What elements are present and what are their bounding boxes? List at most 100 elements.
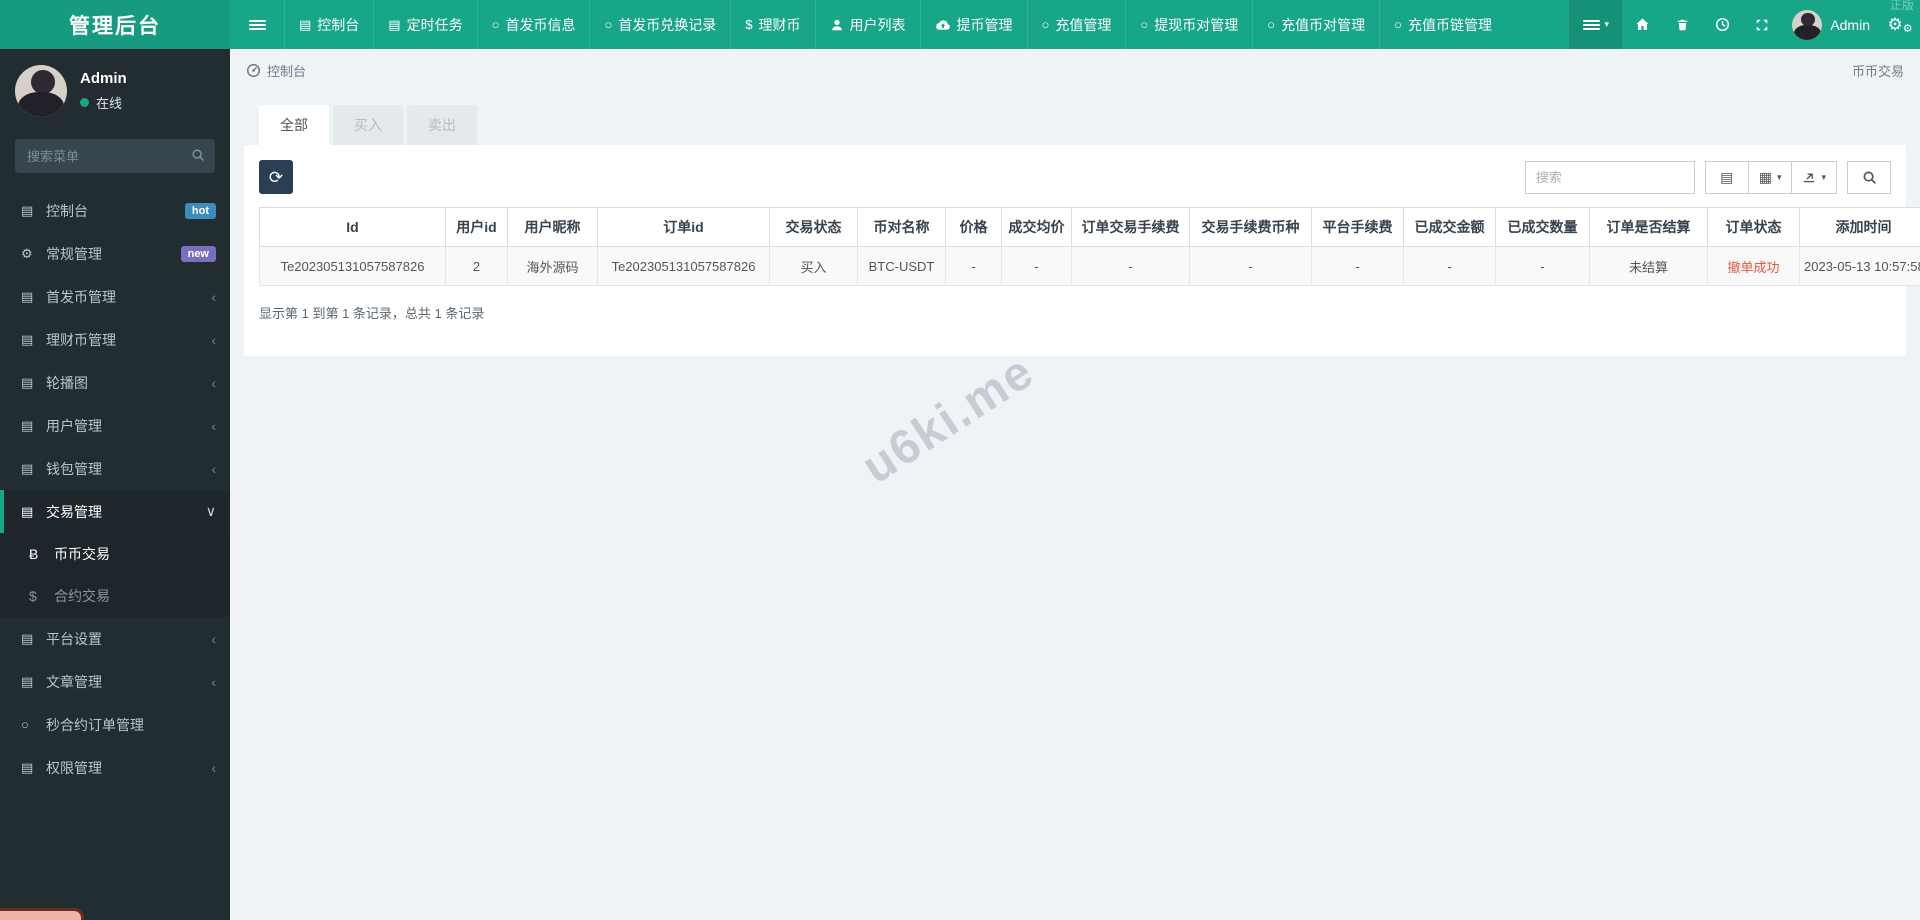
column-header: 交易手续费币种 <box>1189 207 1312 247</box>
columns-dropdown-button[interactable]: ▦ ▾ <box>1747 160 1793 194</box>
sidebar-item-label: 用户管理 <box>46 417 102 434</box>
sidebar-item-label: 文章管理 <box>46 673 102 690</box>
table-cell: - <box>1403 246 1496 286</box>
sidebar-item-label: 平台设置 <box>46 630 102 647</box>
main-content: 控制台 币币交易 全部买入卖出 ⟳ ▤ ▦ ▾ <box>230 0 1920 920</box>
sidebar-item[interactable]: ○ 秒合约订单管理 <box>0 703 230 746</box>
sidebar-item[interactable]: ▤ 文章管理 ‹ <box>0 660 230 703</box>
column-header: Id <box>259 207 446 247</box>
sidebar-toggle-button[interactable] <box>230 0 284 49</box>
grid-icon: ▦ <box>1758 168 1772 185</box>
table-cell: - <box>1071 246 1190 286</box>
column-header: 订单状态 <box>1707 207 1800 247</box>
sidebar-item[interactable]: ▤ 控制台 hot <box>0 189 230 232</box>
navbar-item[interactable]: ○ 充值币对管理 <box>1252 0 1379 49</box>
home-button[interactable] <box>1622 0 1662 49</box>
table-view-button-group: ▤ ▦ ▾ ▾ <box>1704 160 1837 194</box>
table-toolbar: ⟳ ▤ ▦ ▾ ▾ <box>259 160 1891 194</box>
circle-icon: ○ <box>1394 17 1402 32</box>
toolbar-right: ▤ ▦ ▾ ▾ <box>1524 160 1891 194</box>
avatar <box>15 65 67 117</box>
sidebar-item-label: 交易管理 <box>46 503 102 520</box>
tab-全部[interactable]: 全部 <box>259 105 329 145</box>
sidebar-item[interactable]: ⚙ 常规管理 new <box>0 232 230 275</box>
refresh-button[interactable]: ⟳ <box>259 160 293 194</box>
navbar-icon-buttons <box>1622 0 1782 49</box>
navbar-item-label: 首发币信息 <box>505 16 576 33</box>
content-panel: ⟳ ▤ ▦ ▾ ▾ <box>244 145 1920 356</box>
column-header: 已成交金额 <box>1403 207 1496 247</box>
table-cell: 撤单成功 <box>1707 246 1800 286</box>
column-header: 交易状态 <box>769 207 858 247</box>
table-header-row: Id 用户id 用户昵称 订单id 交易状态 币对名称 价格 成交均价 订单交易手续费 交易手续费… <box>259 207 1920 247</box>
circle-icon: ○ <box>604 17 613 32</box>
sidebar-menu: ▤ 控制台 hot ⚙ 常规管理 new ▤ 首发币管理 ‹ ▤ 理财币管理 ‹ ▤ 轮播图 ‹ ▤ 用户管理 ‹… <box>0 189 230 789</box>
sidebar-item[interactable]: ▤ 钱包管理 ‹ <box>0 447 230 490</box>
sidebar-item-label: 权限管理 <box>46 759 102 776</box>
sidebar-item[interactable]: ▤ 权限管理 ‹ <box>0 746 230 789</box>
sidebar-item-label: 首发币管理 <box>46 288 116 305</box>
tab-卖出[interactable]: 卖出 <box>407 105 477 145</box>
sidebar-item-label: 秒合约订单管理 <box>46 716 144 733</box>
list-icon: ▤ <box>21 288 34 304</box>
table-cell: Te202305131057587826 <box>259 246 446 286</box>
sidebar-search <box>15 139 215 173</box>
column-header: 用户id <box>445 207 508 247</box>
navbar-item[interactable]: 提币管理 <box>919 0 1027 49</box>
history-button[interactable] <box>1702 0 1742 49</box>
sidebar-subitem[interactable]: Ƀ 币币交易 <box>0 533 230 575</box>
navbar-item[interactable]: $ 理财币 <box>730 0 814 49</box>
sidebar-item[interactable]: ▤ 交易管理 ∨ <box>0 490 230 533</box>
navbar-item[interactable]: ○ 充值币链管理 <box>1379 0 1506 49</box>
navbar-item[interactable]: ○ 首发币兑换记录 <box>589 0 730 49</box>
export-dropdown-button[interactable]: ▾ <box>1791 160 1837 194</box>
trash-button[interactable] <box>1662 0 1702 49</box>
hamburger-icon <box>248 18 266 32</box>
chevron-down-icon: ▾ <box>1821 171 1826 182</box>
table-cell: - <box>1311 246 1404 286</box>
table-row[interactable]: Te202305131057587826 2 海外源码 Te2023051310575… <box>259 246 1920 286</box>
list-icon: ▤ <box>21 673 34 689</box>
corner-watermark-text: 正版 <box>1889 0 1914 12</box>
chevron-left-icon: ‹ <box>211 417 216 434</box>
table-search-input[interactable] <box>1524 160 1695 194</box>
gears-icon: ⚙ <box>21 245 33 261</box>
navbar-item[interactable]: ▤ 控制台 <box>284 0 373 49</box>
sidebar-subitem[interactable]: $ 合约交易 <box>0 575 230 617</box>
sidebar-item[interactable]: ▤ 轮播图 ‹ <box>0 361 230 404</box>
navbar-item-label: 理财币 <box>758 16 801 33</box>
tab-买入[interactable]: 买入 <box>333 105 403 145</box>
list-icon: ▤ <box>21 630 34 646</box>
sidebar-item[interactable]: ▤ 用户管理 ‹ <box>0 404 230 447</box>
navbar-item[interactable]: ○ 充值管理 <box>1026 0 1126 49</box>
column-header: 订单交易手续费 <box>1071 207 1190 247</box>
trash-icon <box>1676 18 1689 32</box>
sidebar-item[interactable]: ▤ 平台设置 ‹ <box>0 617 230 660</box>
table-cell: 买入 <box>769 246 858 286</box>
sidebar-subitem-label: 币币交易 <box>54 546 110 562</box>
navbar-item-label: 充值币对管理 <box>1281 16 1366 33</box>
chevron-down-icon: ▾ <box>1776 171 1782 182</box>
export-icon <box>1802 170 1816 184</box>
navbar-item[interactable]: 用户列表 <box>814 0 920 49</box>
toggle-view-button[interactable]: ▤ <box>1704 160 1749 194</box>
navbar-items: ▤ 控制台 ▤ 定时任务 ○ 首发币信息 ○ 首发币兑换记录 $ 理财币 用户列表 提币管理 ○ 充值管理… <box>284 0 1506 49</box>
avatar[interactable] <box>1792 9 1823 40</box>
sidebar-user-status-label: 在线 <box>96 96 123 111</box>
breadcrumb-label[interactable]: 控制台 <box>267 61 306 80</box>
navbar-right: ▾ Admin ⚙ ⚙ <box>1568 0 1920 49</box>
table-cell: 2 <box>445 246 508 286</box>
search-button[interactable] <box>1847 160 1891 194</box>
hot-badge: hot <box>184 202 216 219</box>
navbar-menu-dropdown-button[interactable]: ▾ <box>1568 0 1623 49</box>
sidebar-item[interactable]: ▤ 理财币管理 ‹ <box>0 318 230 361</box>
navbar-item[interactable]: ○ 提现币对管理 <box>1125 0 1252 49</box>
sidebar-search-input[interactable] <box>15 139 215 173</box>
navbar-item[interactable]: ○ 首发币信息 <box>476 0 590 49</box>
navbar-user-name[interactable]: Admin <box>1830 17 1870 33</box>
expand-button[interactable] <box>1742 0 1782 49</box>
table-cell: BTC-USDT <box>857 246 946 286</box>
navbar-item[interactable]: ▤ 定时任务 <box>373 0 476 49</box>
cloud-upload-icon <box>935 18 951 32</box>
sidebar-item[interactable]: ▤ 首发币管理 ‹ <box>0 275 230 318</box>
